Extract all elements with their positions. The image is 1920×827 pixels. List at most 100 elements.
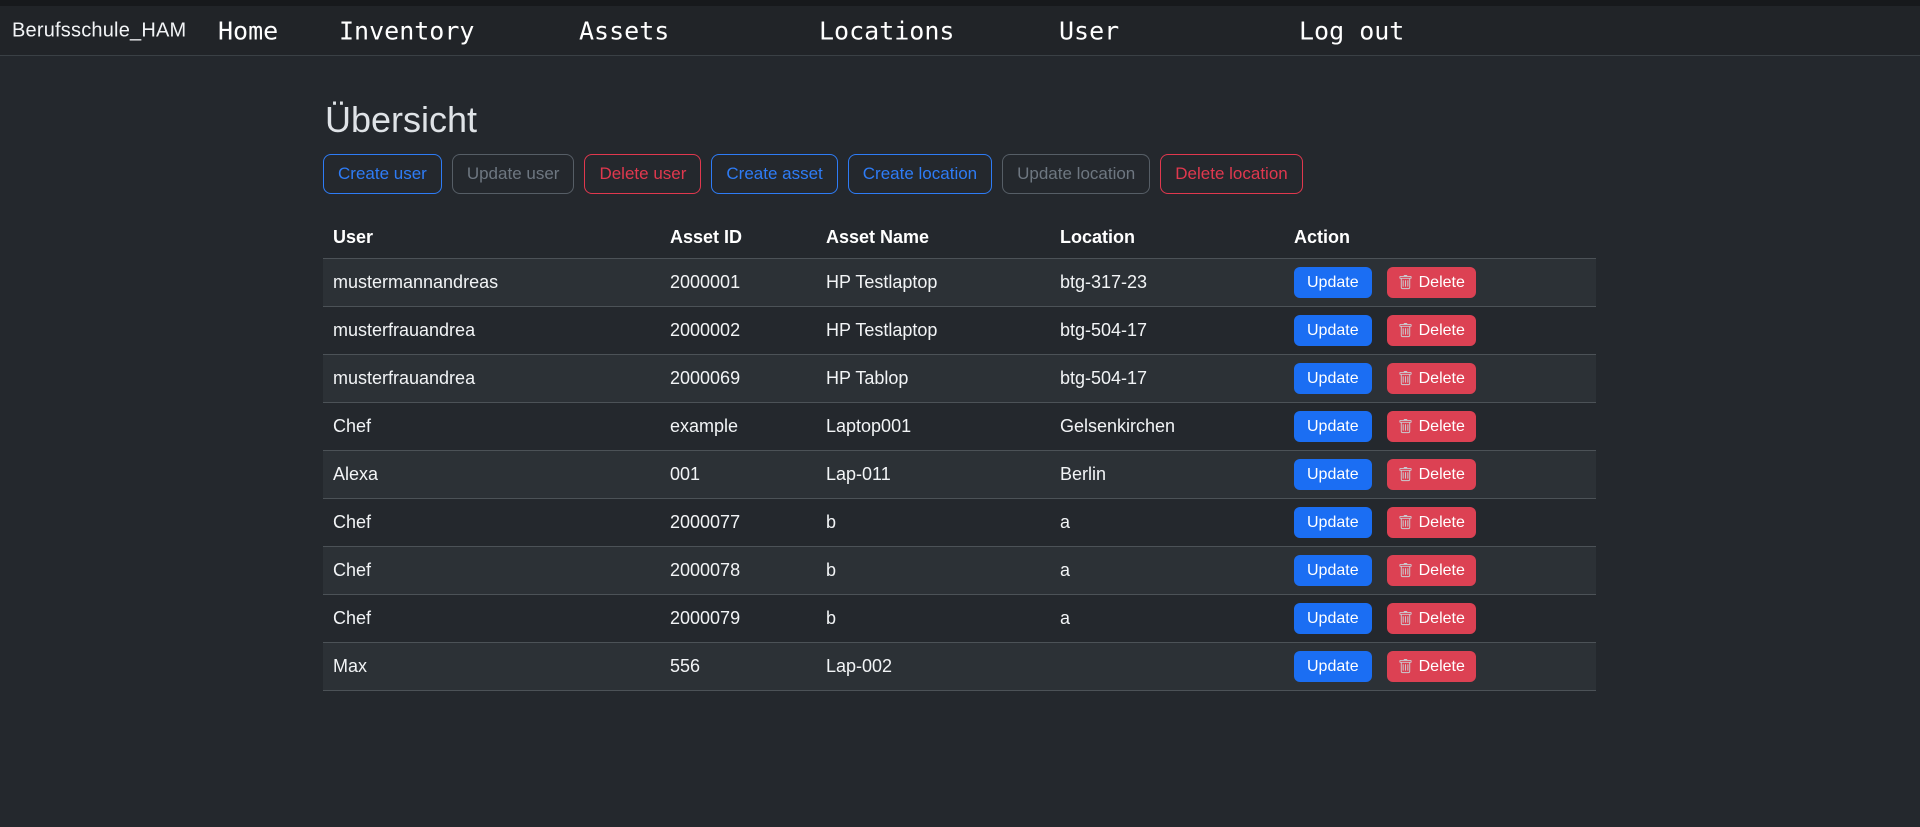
update-button[interactable]: Update — [1294, 603, 1372, 634]
table-row: mustermannandreas 2000001 HP Testlaptop … — [323, 259, 1596, 307]
nav-item-user[interactable]: User — [1059, 16, 1119, 45]
nav-item-assets[interactable]: Assets — [579, 16, 669, 45]
navbar: Berufsschule_HAM HomeInventoryAssetsLoca… — [0, 6, 1920, 56]
table-row: Chef 2000077 b a Update Delete — [323, 499, 1596, 547]
cell-action: Update Delete — [1284, 547, 1596, 595]
cell-action: Update Delete — [1284, 643, 1596, 691]
update-button[interactable]: Update — [1294, 507, 1372, 538]
cell-asset-id: 2000078 — [660, 547, 816, 595]
nav-item-locations[interactable]: Locations — [819, 16, 954, 45]
delete-button-label: Delete — [1419, 561, 1465, 580]
delete-button[interactable]: Delete — [1387, 315, 1476, 346]
update-user-button[interactable]: Update user — [452, 154, 575, 194]
delete-button[interactable]: Delete — [1387, 411, 1476, 442]
delete-button[interactable]: Delete — [1387, 507, 1476, 538]
delete-button[interactable]: Delete — [1387, 555, 1476, 586]
table-row: Chef 2000078 b a Update Delete — [323, 547, 1596, 595]
cell-action: Update Delete — [1284, 403, 1596, 451]
update-location-button[interactable]: Update location — [1002, 154, 1150, 194]
create-user-button[interactable]: Create user — [323, 154, 442, 194]
table-body: mustermannandreas 2000001 HP Testlaptop … — [323, 259, 1596, 691]
trash-icon — [1398, 659, 1413, 674]
cell-asset-name: HP Testlaptop — [816, 307, 1050, 355]
cell-asset-name: Lap-011 — [816, 451, 1050, 499]
cell-location: a — [1050, 595, 1284, 643]
table-row: Alexa 001 Lap-011 Berlin Update Delete — [323, 451, 1596, 499]
cell-asset-name: Lap-002 — [816, 643, 1050, 691]
table-row: musterfrauandrea 2000069 HP Tablop btg-5… — [323, 355, 1596, 403]
cell-asset-id: 2000079 — [660, 595, 816, 643]
nav-item-log-out[interactable]: Log out — [1299, 16, 1404, 45]
page-title: Übersicht — [325, 98, 1920, 141]
delete-location-button[interactable]: Delete location — [1160, 154, 1302, 194]
delete-button-label: Delete — [1419, 369, 1465, 388]
update-button[interactable]: Update — [1294, 555, 1372, 586]
delete-button[interactable]: Delete — [1387, 651, 1476, 682]
column-header-action: Action — [1284, 218, 1596, 259]
trash-icon — [1398, 323, 1413, 338]
trash-icon — [1398, 515, 1413, 530]
main-content: Übersicht Create userUpdate userDelete u… — [0, 98, 1920, 691]
cell-asset-name: b — [816, 499, 1050, 547]
cell-asset-id: 001 — [660, 451, 816, 499]
update-button[interactable]: Update — [1294, 459, 1372, 490]
cell-location: btg-504-17 — [1050, 355, 1284, 403]
cell-asset-name: b — [816, 547, 1050, 595]
table-row: Chef 2000079 b a Update Delete — [323, 595, 1596, 643]
nav-item-home[interactable]: Home — [218, 16, 278, 45]
cell-location: btg-317-23 — [1050, 259, 1284, 307]
cell-user: Max — [323, 643, 660, 691]
update-button[interactable]: Update — [1294, 411, 1372, 442]
cell-user: musterfrauandrea — [323, 355, 660, 403]
cell-action: Update Delete — [1284, 259, 1596, 307]
delete-button-label: Delete — [1419, 321, 1465, 340]
table-header: UserAsset IDAsset NameLocationAction — [323, 218, 1596, 259]
cell-user: Alexa — [323, 451, 660, 499]
delete-button[interactable]: Delete — [1387, 267, 1476, 298]
create-location-button[interactable]: Create location — [848, 154, 992, 194]
cell-user: Chef — [323, 499, 660, 547]
table-row: musterfrauandrea 2000002 HP Testlaptop b… — [323, 307, 1596, 355]
cell-user: Chef — [323, 547, 660, 595]
trash-icon — [1398, 419, 1413, 434]
cell-asset-name: HP Tablop — [816, 355, 1050, 403]
update-button[interactable]: Update — [1294, 267, 1372, 298]
cell-location: a — [1050, 499, 1284, 547]
nav-item-inventory[interactable]: Inventory — [339, 16, 474, 45]
trash-icon — [1398, 563, 1413, 578]
cell-asset-id: 556 — [660, 643, 816, 691]
create-asset-button[interactable]: Create asset — [711, 154, 837, 194]
delete-button-label: Delete — [1419, 609, 1465, 628]
trash-icon — [1398, 371, 1413, 386]
column-header-asset-id: Asset ID — [660, 218, 816, 259]
delete-button-label: Delete — [1419, 513, 1465, 532]
update-button[interactable]: Update — [1294, 651, 1372, 682]
delete-button-label: Delete — [1419, 273, 1465, 292]
assets-table: UserAsset IDAsset NameLocationAction mus… — [323, 218, 1596, 691]
delete-button-label: Delete — [1419, 465, 1465, 484]
cell-asset-name: HP Testlaptop — [816, 259, 1050, 307]
cell-location: Gelsenkirchen — [1050, 403, 1284, 451]
toolbar: Create userUpdate userDelete userCreate … — [323, 154, 1920, 194]
delete-button[interactable]: Delete — [1387, 459, 1476, 490]
cell-action: Update Delete — [1284, 499, 1596, 547]
trash-icon — [1398, 275, 1413, 290]
table-header-row: UserAsset IDAsset NameLocationAction — [323, 218, 1596, 259]
cell-asset-id: 2000069 — [660, 355, 816, 403]
table-row: Chef example Laptop001 Gelsenkirchen Upd… — [323, 403, 1596, 451]
delete-user-button[interactable]: Delete user — [584, 154, 701, 194]
cell-user: mustermannandreas — [323, 259, 660, 307]
delete-button-label: Delete — [1419, 657, 1465, 676]
update-button[interactable]: Update — [1294, 315, 1372, 346]
column-header-asset-name: Asset Name — [816, 218, 1050, 259]
cell-asset-id: 2000002 — [660, 307, 816, 355]
cell-action: Update Delete — [1284, 307, 1596, 355]
delete-button-label: Delete — [1419, 417, 1465, 436]
cell-location: btg-504-17 — [1050, 307, 1284, 355]
cell-action: Update Delete — [1284, 595, 1596, 643]
update-button[interactable]: Update — [1294, 363, 1372, 394]
delete-button[interactable]: Delete — [1387, 603, 1476, 634]
cell-user: Chef — [323, 595, 660, 643]
delete-button[interactable]: Delete — [1387, 363, 1476, 394]
cell-asset-name: b — [816, 595, 1050, 643]
